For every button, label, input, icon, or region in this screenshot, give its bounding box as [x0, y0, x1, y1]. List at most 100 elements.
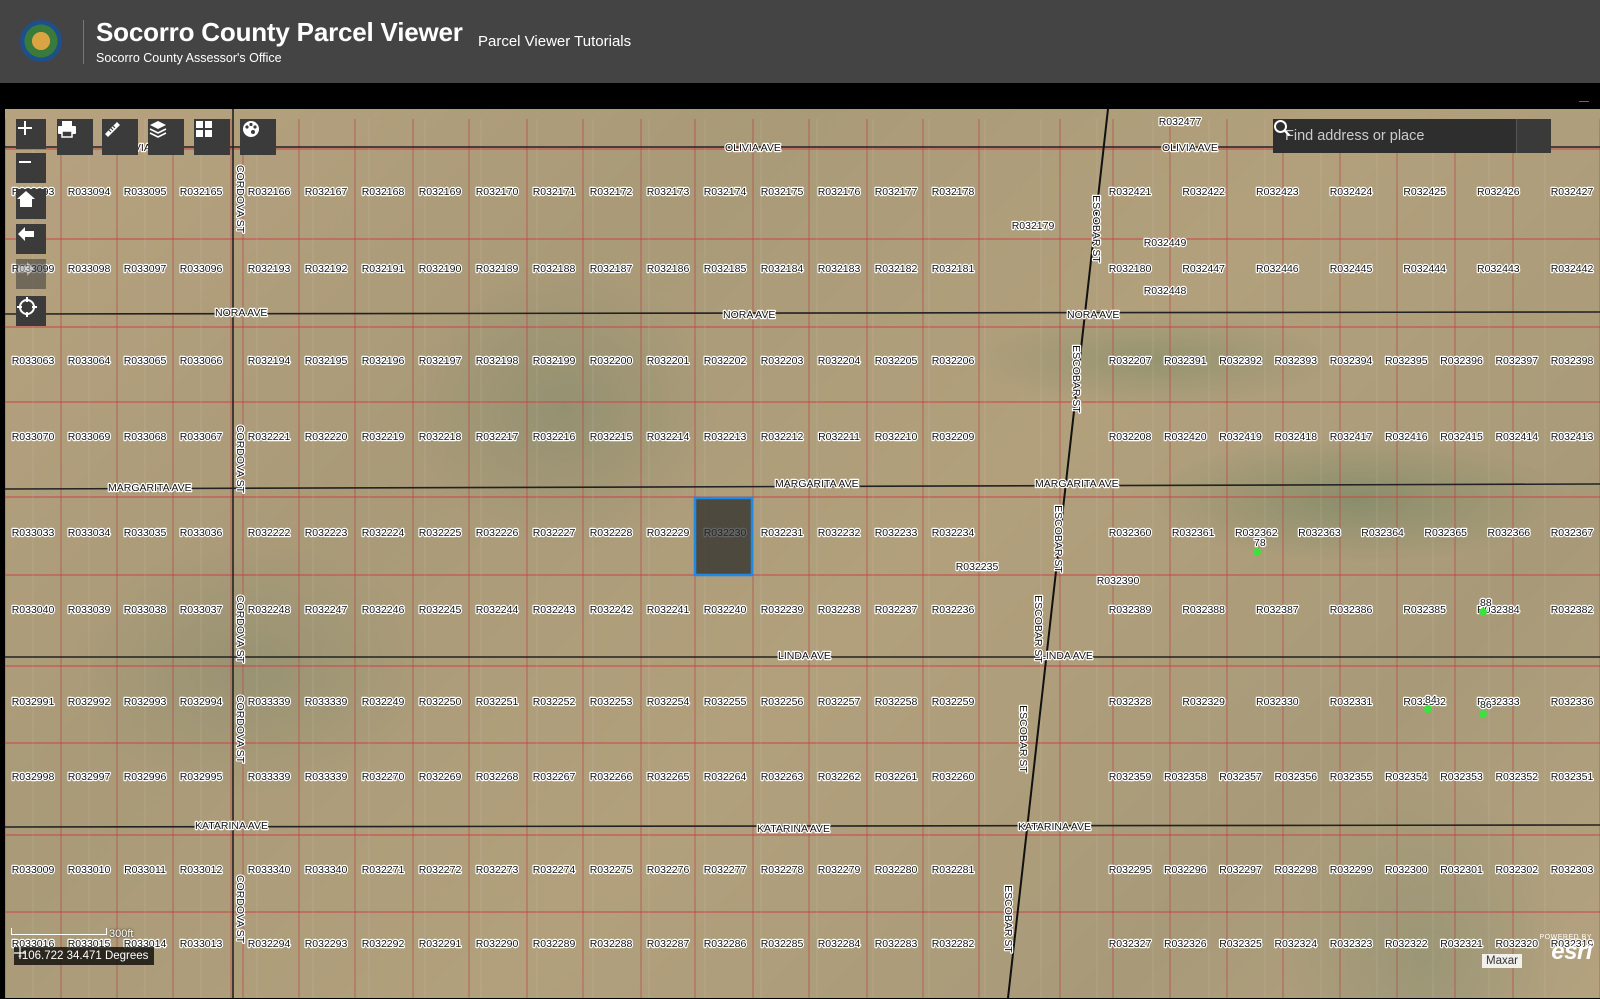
parcel-label: R032425: [1403, 186, 1446, 198]
arrow-right-icon: [18, 262, 34, 276]
parcel-label: R032217: [476, 431, 519, 443]
parcel-label: R032363: [1298, 527, 1341, 539]
parcel-label: R032259: [932, 696, 975, 708]
parcel-label: R032205: [875, 355, 918, 367]
esri-logo[interactable]: POWERED BY esri: [1540, 934, 1593, 964]
street-label: KATARINA AVE: [1018, 821, 1091, 833]
parcel-label: R032996: [124, 771, 167, 783]
parcel-label: R032178: [932, 186, 975, 198]
collapse-handle[interactable]: [1579, 101, 1589, 102]
parcel-label: R033066: [180, 355, 223, 367]
parcel-label: R032192: [305, 263, 348, 275]
parcel-label: R033033: [12, 527, 55, 539]
header-spacer: [0, 83, 1600, 109]
map-view[interactable]: OLIVIA AVE OLIVIA AVE OLIVIA AVE NORA AVE NO…: [5, 109, 1600, 998]
parcel-label: R032356: [1274, 771, 1317, 783]
locate-button[interactable]: [16, 296, 46, 326]
parcel-label: R032264: [704, 771, 747, 783]
parcel-label: R032415: [1440, 431, 1483, 443]
parcel-label: R033339: [305, 771, 348, 783]
parcel-label: R032323: [1330, 938, 1373, 950]
county-seal-logo[interactable]: [20, 20, 62, 62]
parcel-label: R032179: [1012, 220, 1055, 232]
parcel-label: R033012: [180, 864, 223, 876]
parcel-label: R032449: [1144, 237, 1187, 249]
measure-button[interactable]: [102, 119, 138, 155]
legend-button[interactable]: [240, 119, 276, 155]
coordinate-readout[interactable]: -106.722 34.471 Degrees: [14, 947, 155, 965]
print-button[interactable]: [57, 119, 93, 155]
parcel-label: R032167: [305, 186, 348, 198]
zoom-out-button[interactable]: [16, 153, 46, 183]
parcel-label: R032208: [1109, 431, 1152, 443]
address-point: [1253, 548, 1261, 556]
parcel-label: R032182: [875, 263, 918, 275]
parcel-label: R032287: [647, 938, 690, 950]
parcel-label: R032423: [1256, 186, 1299, 198]
parcel-label: R032336: [1551, 696, 1594, 708]
parcel-label: R033068: [124, 431, 167, 443]
parcel-label: R032201: [647, 355, 690, 367]
parcel-label: R032283: [875, 938, 918, 950]
app-title: Socorro County Parcel Viewer: [96, 17, 463, 47]
parcel-label: R032321: [1440, 938, 1483, 950]
parcel-label: R032261: [875, 771, 918, 783]
arrow-left-icon: [18, 227, 34, 241]
parcel-label: R032254: [647, 696, 690, 708]
next-extent-button[interactable]: [16, 259, 46, 289]
map-attribution[interactable]: Maxar: [1482, 954, 1522, 968]
parcel-label: R032389: [1109, 604, 1152, 616]
scale-label: 300ft: [109, 928, 134, 940]
parcel-label: R032416: [1385, 431, 1428, 443]
street-label: CORDOVA ST: [234, 595, 246, 664]
parcel-label: R033038: [124, 604, 167, 616]
parcel-label: R032477: [1159, 116, 1202, 128]
parcel-label: R032266: [590, 771, 633, 783]
parcel-label: R032443: [1477, 263, 1520, 275]
parcel-label: R033039: [68, 604, 111, 616]
house-number-label: 86: [1480, 699, 1492, 711]
parcel-label: R032172: [590, 186, 633, 198]
parcel-label: R032174: [704, 186, 747, 198]
parcel-label: R032165: [180, 186, 223, 198]
parcel-label: R033340: [248, 864, 291, 876]
street-label: ESCOBAR ST: [1032, 595, 1044, 663]
app-subtitle: Socorro County Assessor's Office: [96, 51, 282, 65]
street-label: MARGARITA AVE: [775, 478, 859, 490]
street-label: ESCOBAR ST: [1017, 705, 1029, 773]
parcel-label: R032388: [1182, 604, 1225, 616]
parcel-label: R032210: [875, 431, 918, 443]
layers-button[interactable]: [148, 119, 184, 155]
parcel-label: R032397: [1495, 355, 1538, 367]
parcel-label: R033339: [248, 771, 291, 783]
parcel-label: R033339: [305, 696, 348, 708]
parcel-label: R032359: [1109, 771, 1152, 783]
home-button[interactable]: [16, 189, 46, 219]
basemap-gallery-button[interactable]: [194, 119, 230, 155]
parcel-label: R032320: [1495, 938, 1538, 950]
parcel-label: R032354: [1385, 771, 1428, 783]
parcel-label: R033340: [305, 864, 348, 876]
parcel-label: R033034: [68, 527, 111, 539]
parcel-label: R032196: [362, 355, 405, 367]
parcel-map-layer[interactable]: OLIVIA AVE OLIVIA AVE OLIVIA AVENORA AVE NO…: [5, 109, 1600, 998]
street-label: CORDOVA ST: [234, 165, 246, 234]
parcel-label: R032358: [1164, 771, 1207, 783]
search-input[interactable]: [1273, 119, 1516, 153]
parcel-label: R032166: [248, 186, 291, 198]
parcel-label: R032188: [533, 263, 576, 275]
previous-extent-button[interactable]: [16, 224, 46, 254]
parcel-label: R032295: [1109, 864, 1152, 876]
parcel-label: R032221: [248, 431, 291, 443]
parcel-label: R032330: [1256, 696, 1299, 708]
search-button[interactable]: [1274, 119, 1551, 153]
parcel-label: R032171: [533, 186, 576, 198]
zoom-in-button[interactable]: [16, 119, 46, 149]
nav-link-tutorials[interactable]: Parcel Viewer Tutorials: [478, 33, 631, 50]
parcel-label: R032228: [590, 527, 633, 539]
parcel-label: R032226: [476, 527, 519, 539]
parcel-label: R032274: [533, 864, 576, 876]
parcel-label: R033036: [180, 527, 223, 539]
parcel-label: R032249: [362, 696, 405, 708]
parcel-label: R032413: [1551, 431, 1594, 443]
